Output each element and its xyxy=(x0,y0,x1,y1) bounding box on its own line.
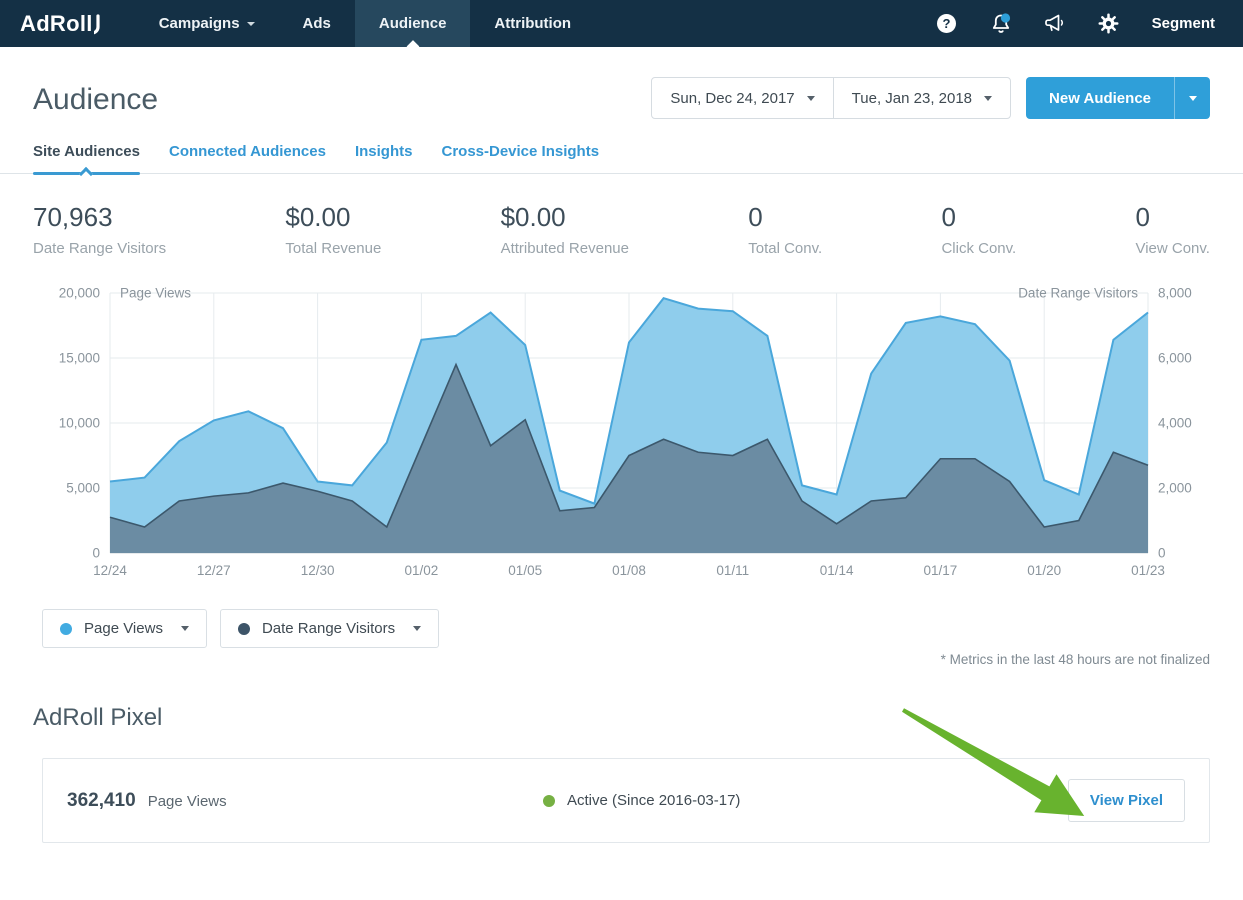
pixel-status: Active (Since 2016-03-17) xyxy=(543,792,740,809)
chevron-down-icon xyxy=(1189,96,1197,101)
end-date-select[interactable]: Tue, Jan 23, 2018 xyxy=(834,78,1010,118)
adroll-pixel-card: 362,410 Page Views Active (Since 2016-03… xyxy=(42,758,1210,843)
chevron-down-icon xyxy=(413,626,421,631)
chevron-down-icon xyxy=(247,22,255,26)
x-axis-tick: 01/05 xyxy=(508,563,542,578)
notification-badge xyxy=(1001,13,1010,22)
x-axis-tick: 01/02 xyxy=(405,563,439,578)
right-axis-title: Date Range Visitors xyxy=(1018,286,1138,301)
pixel-page-views-label: Page Views xyxy=(148,793,227,810)
date-range-picker: Sun, Dec 24, 2017 Tue, Jan 23, 2018 xyxy=(651,77,1011,119)
right-axis-tick: 2,000 xyxy=(1158,481,1192,496)
chevron-down-icon xyxy=(181,626,189,631)
right-axis-tick: 6,000 xyxy=(1158,351,1192,366)
nav-item-attribution[interactable]: Attribution xyxy=(470,0,595,47)
tab-site-audiences[interactable]: Site Audiences xyxy=(33,143,140,173)
nav-item-campaigns[interactable]: Campaigns xyxy=(135,0,279,47)
left-axis-tick: 20,000 xyxy=(59,286,100,301)
new-audience-dropdown-button[interactable] xyxy=(1174,77,1210,119)
x-axis-tick: 01/11 xyxy=(716,563,749,578)
stat-total-revenue: $0.00 Total Revenue xyxy=(285,202,381,257)
left-axis-title: Page Views xyxy=(120,286,191,301)
stat-click-conv: 0 Click Conv. xyxy=(941,202,1016,257)
status-dot-icon xyxy=(543,795,555,807)
stat-date-range-visitors: 70,963 Date Range Visitors xyxy=(33,202,166,257)
start-date-select[interactable]: Sun, Dec 24, 2017 xyxy=(652,78,833,118)
new-audience-split-button: New Audience xyxy=(1026,77,1210,119)
traffic-area-chart: 20,000 15,000 10,000 5,000 0 8,000 6,000 4,000 2… xyxy=(0,283,1243,585)
adroll-logo-text: AdRoll xyxy=(20,11,93,37)
account-menu[interactable]: Segment xyxy=(1136,15,1229,32)
x-axis-tick: 12/27 xyxy=(197,563,231,578)
page-header: Audience Sun, Dec 24, 2017 Tue, Jan 23, … xyxy=(0,47,1243,119)
adroll-logo[interactable]: AdRoll xyxy=(0,0,135,47)
right-axis-tick: 8,000 xyxy=(1158,286,1192,301)
x-axis-tick: 12/30 xyxy=(301,563,335,578)
chevron-down-icon xyxy=(984,96,992,101)
svg-text:?: ? xyxy=(943,16,951,31)
settings-icon[interactable] xyxy=(1082,0,1136,47)
left-axis-tick: 15,000 xyxy=(59,351,100,366)
x-axis-tick: 01/08 xyxy=(612,563,646,578)
new-audience-button[interactable]: New Audience xyxy=(1026,77,1174,119)
right-axis-tick: 0 xyxy=(1158,546,1166,561)
tab-bar: Site Audiences Connected Audiences Insig… xyxy=(0,143,1243,174)
navbar-right-group: ? xyxy=(920,0,1243,47)
legend-page-views[interactable]: Page Views xyxy=(42,609,207,648)
date-range-visitors-dot-icon xyxy=(238,623,250,635)
left-axis-tick: 0 xyxy=(92,546,100,561)
stat-view-conv: 0 View Conv. xyxy=(1135,202,1209,257)
pixel-status-text: Active (Since 2016-03-17) xyxy=(567,792,740,809)
page-title: Audience xyxy=(33,83,158,117)
x-axis-tick: 01/14 xyxy=(820,563,854,578)
x-axis-tick: 01/20 xyxy=(1027,563,1061,578)
page-views-dot-icon xyxy=(60,623,72,635)
left-axis-tick: 10,000 xyxy=(59,416,100,431)
tab-connected-audiences[interactable]: Connected Audiences xyxy=(169,143,326,173)
metrics-footnote: * Metrics in the last 48 hours are not f… xyxy=(0,652,1210,667)
tab-insights[interactable]: Insights xyxy=(355,143,413,173)
x-axis-tick: 12/24 xyxy=(93,563,127,578)
view-pixel-button[interactable]: View Pixel xyxy=(1068,779,1185,822)
summary-stats-row: 70,963 Date Range Visitors $0.00 Total R… xyxy=(0,174,1243,257)
stat-attributed-revenue: $0.00 Attributed Revenue xyxy=(501,202,629,257)
adroll-pixel-title: AdRoll Pixel xyxy=(33,704,1243,732)
x-axis-tick: 01/17 xyxy=(924,563,958,578)
x-axis-tick: 01/23 xyxy=(1131,563,1165,578)
pixel-page-views: 362,410 Page Views xyxy=(67,790,543,812)
chevron-down-icon xyxy=(807,96,815,101)
top-navbar: AdRoll Campaigns Ads Audience Attributio… xyxy=(0,0,1243,47)
pixel-page-views-value: 362,410 xyxy=(67,790,136,812)
nav-item-ads[interactable]: Ads xyxy=(279,0,355,47)
legend-date-range-visitors[interactable]: Date Range Visitors xyxy=(220,609,439,648)
right-axis-tick: 4,000 xyxy=(1158,416,1192,431)
tab-cross-device-insights[interactable]: Cross-Device Insights xyxy=(441,143,599,173)
help-icon[interactable]: ? xyxy=(920,0,974,47)
header-controls: Sun, Dec 24, 2017 Tue, Jan 23, 2018 New … xyxy=(651,77,1210,119)
notifications-icon[interactable] xyxy=(974,0,1028,47)
stat-total-conv: 0 Total Conv. xyxy=(748,202,822,257)
chart-canvas: 20,000 15,000 10,000 5,000 0 8,000 6,000 4,000 2… xyxy=(0,283,1243,585)
announcements-icon[interactable] xyxy=(1028,0,1082,47)
chart-legend: Page Views Date Range Visitors xyxy=(42,609,1243,648)
nav-item-audience[interactable]: Audience xyxy=(355,0,471,47)
adroll-logo-hook xyxy=(94,13,105,37)
left-axis-tick: 5,000 xyxy=(66,481,100,496)
